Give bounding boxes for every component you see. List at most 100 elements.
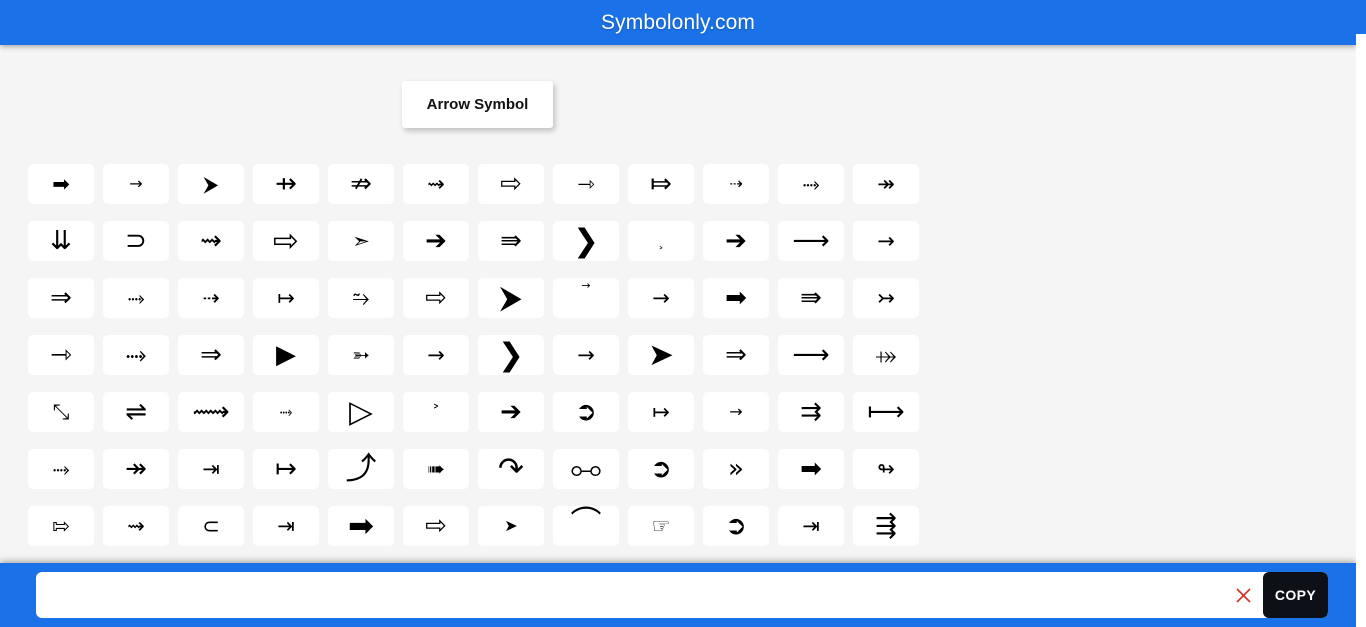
symbol-tile[interactable]: ⇨	[253, 221, 319, 261]
symbol-tile[interactable]: ⇢	[703, 164, 769, 204]
symbol-tile[interactable]: ⤡	[28, 392, 94, 432]
symbol-tile[interactable]: ⇏	[328, 164, 394, 204]
symbol-tile[interactable]: ⤑	[103, 335, 169, 375]
symbol-tile[interactable]: ⇌	[103, 392, 169, 432]
arrow-symbol-glyph: ↦	[275, 454, 297, 484]
symbol-tile[interactable]: →	[703, 392, 769, 432]
arrow-symbol-glyph: ➠	[427, 456, 445, 481]
arrow-symbol-glyph: →	[729, 402, 743, 421]
symbol-input[interactable]	[36, 572, 1223, 618]
symbol-tile[interactable]: ⇨	[403, 506, 469, 546]
symbol-tile[interactable]: ⇸	[253, 164, 319, 204]
symbol-tile[interactable]: ⤴	[328, 449, 394, 489]
symbol-tile[interactable]: ⇨	[478, 164, 544, 204]
copy-button[interactable]: COPY	[1263, 572, 1328, 618]
symbol-tile[interactable]: ⇾	[553, 164, 619, 204]
clear-icon[interactable]	[1223, 572, 1263, 618]
symbol-tile[interactable]: ➣	[328, 221, 394, 261]
symbol-tile[interactable]: ˃	[403, 392, 469, 432]
symbol-tile[interactable]: →	[103, 164, 169, 204]
symbol-tile[interactable]: ⌒	[553, 506, 619, 546]
symbol-tile[interactable]: ⇝	[103, 506, 169, 546]
arrow-symbol-glyph: ▶	[276, 340, 296, 370]
symbol-tile[interactable]: ↬	[853, 449, 919, 489]
symbol-tile[interactable]: ➳	[328, 335, 394, 375]
symbol-tile[interactable]: ⇉	[778, 392, 844, 432]
symbol-tile[interactable]: ⟼	[853, 392, 919, 432]
symbol-tile[interactable]: ➔	[478, 392, 544, 432]
symbol-tile[interactable]: ⥲	[328, 278, 394, 318]
symbol-tile[interactable]: ⇥	[253, 506, 319, 546]
symbol-tile[interactable]: »	[703, 449, 769, 489]
symbol-tile[interactable]: ➤	[478, 506, 544, 546]
symbol-tile[interactable]: ▶	[253, 335, 319, 375]
symbol-tile[interactable]: ❯	[478, 335, 544, 375]
category-card[interactable]: Arrow Symbol	[402, 81, 553, 128]
symbol-tile[interactable]: ⊃	[103, 221, 169, 261]
symbol-tile[interactable]: ↣	[853, 278, 919, 318]
symbol-tile[interactable]: ⇝	[403, 164, 469, 204]
symbol-tile[interactable]: ↦	[628, 392, 694, 432]
symbol-tile[interactable]: ⇥	[778, 506, 844, 546]
symbol-tile[interactable]: →	[628, 278, 694, 318]
symbol-tile[interactable]: ⤀	[853, 335, 919, 375]
symbol-tile[interactable]: →	[553, 335, 619, 375]
symbol-tile[interactable]: ➲	[703, 506, 769, 546]
symbol-tile[interactable]: ↷	[478, 449, 544, 489]
symbol-tile[interactable]: ⇥	[178, 449, 244, 489]
symbol-tile[interactable]: ❯	[553, 221, 619, 261]
symbol-tile[interactable]: ➔	[703, 221, 769, 261]
symbol-tile[interactable]: ⤑	[103, 278, 169, 318]
page-scrollbar-track[interactable]	[1356, 0, 1366, 627]
symbol-tile[interactable]: ➲	[553, 392, 619, 432]
arrow-symbol-glyph: ➡	[348, 507, 374, 544]
symbol-tile[interactable]: ⤑	[28, 449, 94, 489]
symbol-tile[interactable]: ⇊	[28, 221, 94, 261]
symbol-tile[interactable]: ↦	[253, 278, 319, 318]
symbol-tile[interactable]: ⊂	[178, 506, 244, 546]
symbol-tile[interactable]: ⇢	[178, 278, 244, 318]
symbol-tile[interactable]: ➡	[328, 506, 394, 546]
symbol-tile[interactable]: ⇒	[178, 335, 244, 375]
symbol-tile[interactable]: ☞	[628, 506, 694, 546]
symbol-tile[interactable]: ⟶	[778, 335, 844, 375]
arrow-symbol-glyph: ⟿	[192, 397, 230, 427]
symbol-tile[interactable]: ↠	[103, 449, 169, 489]
symbol-tile[interactable]: ➔	[403, 221, 469, 261]
symbol-tile[interactable]: ⤑	[778, 164, 844, 204]
symbol-tile[interactable]: ⮞	[178, 164, 244, 204]
symbol-tile[interactable]: ➠	[403, 449, 469, 489]
symbol-tile[interactable]: ⇛	[778, 278, 844, 318]
arrow-symbol-glyph: ↷	[498, 450, 524, 487]
symbol-tile[interactable]: ↠	[853, 164, 919, 204]
symbol-tile[interactable]: ⇒	[28, 278, 94, 318]
symbol-tile[interactable]: ➡	[28, 164, 94, 204]
symbol-tile[interactable]: ⟿	[178, 392, 244, 432]
arrow-symbol-glyph: ⇉	[800, 397, 822, 427]
symbol-tile[interactable]: ⇨	[403, 278, 469, 318]
symbol-tile[interactable]: ➡	[778, 449, 844, 489]
symbol-tile[interactable]: →	[853, 221, 919, 261]
page-scrollbar-thumb[interactable]	[1356, 0, 1366, 34]
symbol-tile[interactable]: →	[553, 278, 619, 318]
symbol-tile[interactable]: ⤇	[628, 164, 694, 204]
symbol-tile[interactable]: ⇒	[703, 335, 769, 375]
arrow-symbol-glyph: ➲	[725, 511, 747, 541]
symbol-tile[interactable]: ⧟	[553, 449, 619, 489]
symbol-tile[interactable]: →	[403, 335, 469, 375]
symbol-tile[interactable]: ⤑	[253, 392, 319, 432]
symbol-tile[interactable]: ▷	[328, 392, 394, 432]
symbol-tile[interactable]: ↦	[253, 449, 319, 489]
symbol-tile[interactable]: ⇶	[853, 506, 919, 546]
symbol-tile[interactable]: ➲	[628, 449, 694, 489]
symbol-tile[interactable]: ⇰	[28, 506, 94, 546]
symbol-tile[interactable]: ⇛	[478, 221, 544, 261]
symbol-tile[interactable]: ⟶	[778, 221, 844, 261]
symbol-tile[interactable]: ˃	[628, 221, 694, 261]
symbol-tile[interactable]: ⮞	[478, 278, 544, 318]
symbol-tile[interactable]: ➡	[703, 278, 769, 318]
symbol-tile[interactable]: ⇝	[178, 221, 244, 261]
symbol-tile[interactable]: ⇾	[28, 335, 94, 375]
symbol-tile[interactable]: ➤	[628, 335, 694, 375]
page-root: Symbolonly.com Arrow Symbol ➡ → ⮞ ⇸ ⇏ ⇝ ⇨ ⇾ ⤇ ⇢ ⤑ ↠…	[0, 0, 1366, 627]
